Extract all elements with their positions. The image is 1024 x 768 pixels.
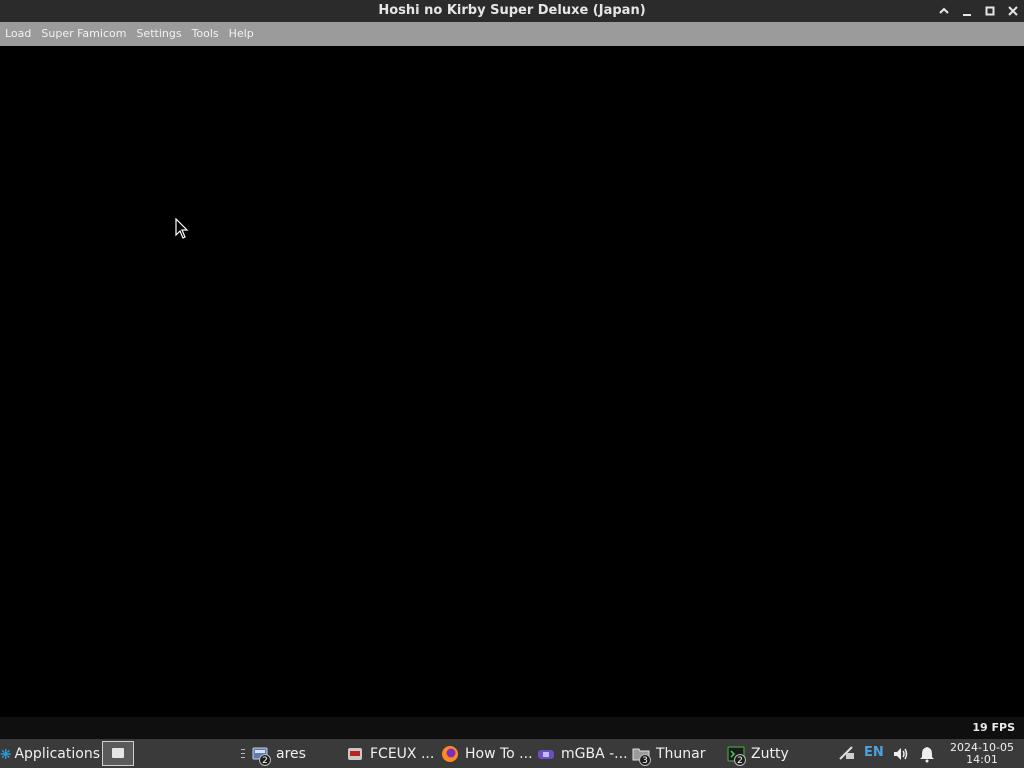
drag-handle-icon[interactable] <box>240 748 246 760</box>
applications-label: Applications <box>14 745 100 762</box>
minimize-icon <box>963 14 971 16</box>
task-count-badge: 2 <box>734 753 746 766</box>
menu-tools[interactable]: Tools <box>187 22 224 46</box>
menu-super-famicom[interactable]: Super Famicom <box>36 22 131 46</box>
maximize-button[interactable] <box>981 2 999 20</box>
emulator-viewport[interactable] <box>0 46 1024 717</box>
menu-help[interactable]: Help <box>224 22 259 46</box>
task-ares[interactable]: 2 ares <box>252 739 340 768</box>
minimize-button[interactable] <box>958 2 976 20</box>
clock-time: 14:01 <box>966 753 998 766</box>
workspace-3[interactable] <box>170 741 202 766</box>
close-button[interactable] <box>1004 2 1022 20</box>
window-title: Hoshi no Kirby Super Deluxe (Japan) <box>378 3 646 18</box>
applications-icon <box>0 748 11 759</box>
task-label: FCEUX ... <box>370 745 434 762</box>
task-label: ares <box>276 745 306 762</box>
taskbar: Applications 2 ares FCEUX ... How To ...… <box>0 739 1024 768</box>
menu-settings[interactable]: Settings <box>131 22 186 46</box>
task-label: How To ... <box>465 745 533 762</box>
task-count-badge: 3 <box>639 753 651 766</box>
notification-bell-icon[interactable] <box>918 745 936 763</box>
clock[interactable]: 2024-10-05 14:01 <box>944 742 1020 766</box>
task-mgba[interactable]: mGBA -... <box>537 739 627 768</box>
mgba-icon <box>537 745 555 763</box>
task-zutty[interactable]: 2 Zutty <box>727 739 817 768</box>
network-disconnected-icon[interactable] <box>838 745 856 763</box>
window-titlebar: Hoshi no Kirby Super Deluxe (Japan) <box>0 0 1024 22</box>
workspace-2[interactable] <box>136 741 168 766</box>
fceux-icon <box>346 745 364 763</box>
task-thunar[interactable]: 3 Thunar <box>632 739 720 768</box>
close-icon <box>1008 6 1018 16</box>
menu-load[interactable]: Load <box>0 22 36 46</box>
keyboard-layout-indicator[interactable]: EN <box>864 745 884 760</box>
workspace-4[interactable] <box>204 741 236 766</box>
menu-bar: Load Super Famicom Settings Tools Help <box>0 22 1024 46</box>
folder-icon: 3 <box>632 745 651 766</box>
task-count-badge: 2 <box>259 753 271 766</box>
applications-menu-button[interactable]: Applications <box>0 739 100 768</box>
task-firefox[interactable]: How To ... <box>441 739 533 768</box>
volume-icon[interactable] <box>892 745 910 763</box>
terminal-icon: 2 <box>727 745 746 766</box>
fps-counter: 19 FPS <box>972 721 1015 734</box>
chevron-up-icon <box>939 7 949 14</box>
task-label: Thunar <box>656 745 706 762</box>
ares-icon: 2 <box>252 745 271 766</box>
task-label: Zutty <box>751 745 789 762</box>
maximize-icon <box>985 6 995 16</box>
task-fceux[interactable]: FCEUX ... <box>346 739 434 768</box>
mouse-cursor-icon <box>175 217 189 244</box>
task-label: mGBA -... <box>561 745 627 762</box>
status-bar: 19 FPS <box>0 717 1024 739</box>
shade-button[interactable] <box>935 2 953 20</box>
firefox-icon <box>441 745 459 763</box>
workspace-1[interactable] <box>102 741 134 766</box>
